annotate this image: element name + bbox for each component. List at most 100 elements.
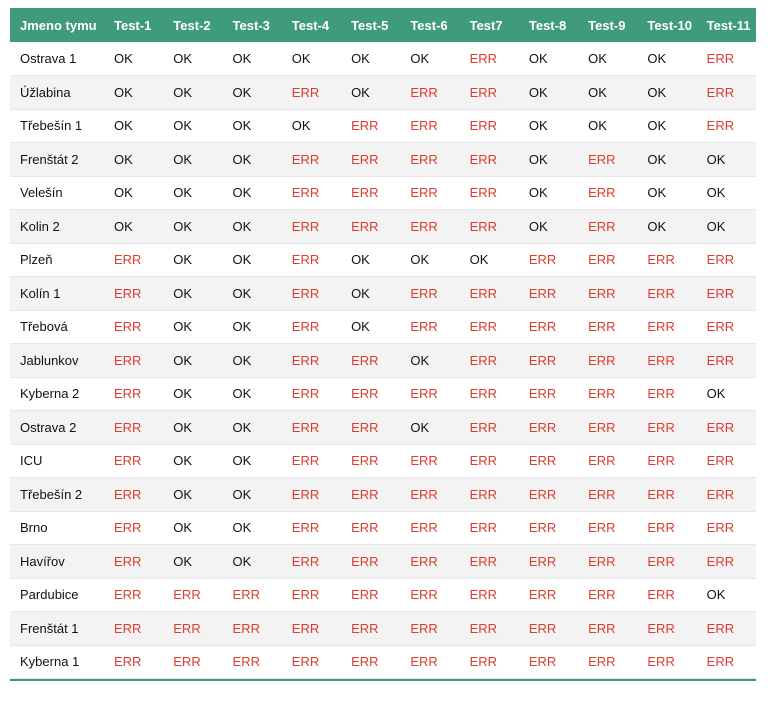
table-row: Havířov ERR OK OK ERR ERR ERR ERR ERR ERR ERR ERR (10, 544, 756, 579)
test-result-cell: ERR (104, 243, 164, 277)
team-name-cell: Třebešín 2 (10, 477, 104, 512)
test-result-cell: ERR (281, 142, 342, 177)
test-result-cell: ERR (341, 611, 401, 646)
team-name-cell: Plzeň (10, 243, 104, 277)
test-result-cell: OK (637, 209, 697, 244)
test-result-cell: ERR (459, 477, 519, 512)
test-result-cell: ERR (459, 209, 519, 244)
team-name-cell: Velešín (10, 176, 104, 210)
test-result-cell: ERR (400, 109, 460, 143)
test-result-cell: OK (341, 75, 401, 110)
test-result-cell: OK (222, 477, 282, 512)
test-result-cell: ERR (163, 645, 223, 679)
test-result-cell: ERR (518, 310, 579, 344)
test-result-cell: ERR (578, 611, 638, 646)
test-result-cell: ERR (281, 578, 342, 612)
test-result-cell: OK (637, 75, 697, 110)
team-name-cell: Frenštát 2 (10, 142, 104, 177)
table-row: ICU ERR OK OK ERR ERR ERR ERR ERR ERR ERR ERR (10, 444, 756, 478)
test-result-cell: OK (222, 444, 282, 478)
test-result-cell: OK (518, 42, 579, 76)
test-result-cell: ERR (637, 578, 697, 612)
team-name-cell: Třebešín 1 (10, 109, 104, 143)
test-result-cell: ERR (578, 444, 638, 478)
test-result-cell: ERR (222, 611, 282, 646)
test-result-cell: ERR (578, 310, 638, 344)
column-header-test-3: Test-3 (232, 17, 270, 33)
test-result-cell: OK (222, 511, 282, 545)
table-row: Třebešín 1 OK OK OK OK ERR ERR ERR OK OK OK ERR (10, 109, 756, 143)
column-header-test-10: Test-10 (647, 17, 692, 33)
test-result-cell: OK (222, 276, 282, 311)
team-name-cell: Pardubice (10, 578, 104, 612)
test-result-cell: OK (104, 176, 164, 210)
test-result-cell: OK (222, 42, 282, 76)
test-result-cell: ERR (341, 109, 401, 143)
test-result-cell: ERR (578, 176, 638, 210)
team-name-cell: Jablunkov (10, 343, 104, 378)
test-result-cell: ERR (696, 611, 756, 646)
table-row: Jablunkov ERR OK OK ERR ERR OK ERR ERR ERR ERR ERR (10, 343, 756, 378)
test-result-cell: ERR (281, 410, 342, 445)
test-result-cell: ERR (459, 276, 519, 311)
test-result-cell: OK (518, 142, 579, 177)
test-result-cell: ERR (400, 310, 460, 344)
test-result-cell: ERR (341, 410, 401, 445)
test-result-cell: ERR (459, 511, 519, 545)
test-result-cell: OK (578, 42, 638, 76)
test-result-cell: ERR (281, 310, 342, 344)
test-result-cell: OK (637, 42, 697, 76)
test-result-cell: OK (104, 209, 164, 244)
team-name-cell: Brno (10, 511, 104, 545)
test-result-cell: OK (163, 377, 223, 411)
test-result-cell: ERR (104, 578, 164, 612)
test-result-cell: OK (163, 42, 223, 76)
test-result-cell: ERR (400, 142, 460, 177)
test-result-cell: OK (341, 276, 401, 311)
test-result-cell: ERR (400, 511, 460, 545)
test-result-cell: ERR (637, 343, 697, 378)
team-name-cell: Kyberna 2 (10, 377, 104, 411)
test-result-cell: ERR (341, 142, 401, 177)
test-result-cell: ERR (222, 645, 282, 679)
test-result-cell: OK (696, 377, 756, 411)
table-row: Kyberna 1 ERR ERR ERR ERR ERR ERR ERR ERR ERR ERR E… (10, 645, 756, 679)
test-result-cell: ERR (341, 377, 401, 411)
test-result-cell: ERR (459, 343, 519, 378)
test-result-cell: OK (163, 544, 223, 579)
test-result-cell: ERR (696, 444, 756, 478)
test-result-cell: OK (400, 343, 460, 378)
table-row: Ostrava 1 OK OK OK OK OK OK ERR OK OK OK ERR (10, 42, 756, 76)
test-result-cell: ERR (459, 544, 519, 579)
test-result-cell: OK (696, 176, 756, 210)
test-result-cell: OK (696, 209, 756, 244)
test-result-cell: ERR (104, 477, 164, 512)
table-row: Kolín 1 ERR OK OK ERR OK ERR ERR ERR ERR ERR ERR (10, 276, 756, 311)
test-result-cell: ERR (637, 511, 697, 545)
test-result-cell: ERR (578, 645, 638, 679)
team-name-cell: Kolín 1 (10, 276, 104, 311)
test-result-cell: ERR (578, 209, 638, 244)
table-body: Ostrava 1 OK OK OK OK OK OK ERR OK OK OK ERR Úžlabin… (10, 42, 756, 679)
test-result-cell: OK (163, 209, 223, 244)
test-result-cell: ERR (281, 75, 342, 110)
test-result-cell: ERR (281, 243, 342, 277)
test-result-cell: ERR (518, 377, 579, 411)
test-result-cell: OK (578, 109, 638, 143)
test-result-cell: ERR (400, 645, 460, 679)
test-result-cell: ERR (281, 176, 342, 210)
test-result-cell: ERR (104, 444, 164, 478)
test-result-cell: ERR (459, 645, 519, 679)
test-result-cell: ERR (341, 645, 401, 679)
column-header-test7: Test7 (469, 17, 503, 33)
test-result-cell: OK (222, 209, 282, 244)
test-result-cell: OK (222, 544, 282, 579)
table-row: Brno ERR OK OK ERR ERR ERR ERR ERR ERR ERR ERR (10, 511, 756, 545)
test-result-cell: ERR (637, 276, 697, 311)
test-result-cell: ERR (696, 544, 756, 579)
test-result-cell: ERR (341, 209, 401, 244)
test-result-cell: ERR (400, 544, 460, 579)
test-result-cell: OK (400, 42, 460, 76)
test-result-cell: ERR (341, 444, 401, 478)
test-result-cell: ERR (518, 410, 579, 445)
